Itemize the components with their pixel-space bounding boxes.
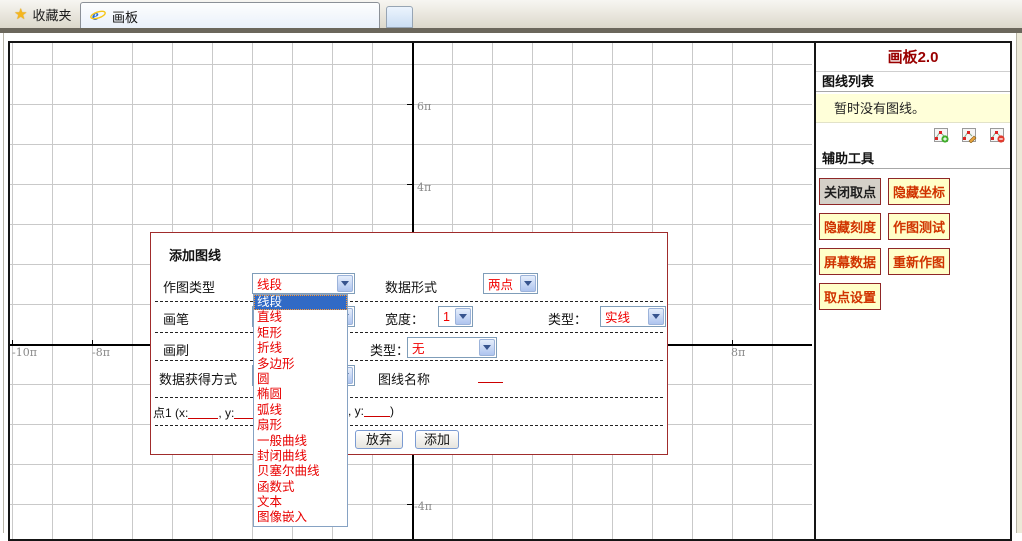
axis-tick: [732, 340, 733, 345]
separator: [155, 301, 663, 302]
brush-label: 画刷: [163, 340, 189, 359]
draw-type-select[interactable]: 线段: [252, 273, 355, 294]
tools-header: 辅助工具: [816, 149, 1010, 169]
dropdown-option[interactable]: 线段: [254, 295, 347, 310]
pen-width-label: 宽度：: [385, 309, 424, 328]
delete-line-icon[interactable]: [990, 128, 1005, 143]
window-left-edge: [3, 33, 4, 533]
axis-tick: [12, 340, 13, 345]
line-name-input[interactable]: [478, 371, 503, 383]
add-button[interactable]: 添加: [415, 430, 459, 449]
data-form-select[interactable]: 两点: [483, 273, 538, 294]
line-list-header: 图线列表: [816, 72, 1010, 92]
dropdown-option[interactable]: 封闭曲线: [254, 449, 347, 464]
axis-label-m8pi: -8π: [92, 346, 110, 359]
axis-label-6pi: 6π: [417, 100, 431, 113]
svg-text:e: e: [92, 8, 99, 23]
window-border: [0, 28, 1022, 33]
screen-data-button[interactable]: 屏幕数据: [819, 248, 881, 275]
hide-scale-button[interactable]: 隐藏刻度: [819, 213, 881, 240]
dialog-title: 添加图线: [169, 245, 221, 264]
line-name-label: 图线名称: [378, 369, 430, 388]
pen-type-label: 类型：: [548, 309, 587, 328]
browser-tab[interactable]: e 画板: [80, 2, 380, 29]
separator: [155, 425, 663, 426]
sidebar: 画板2.0 图线列表 暂时没有图线。 辅助工具 关闭取点 隐藏坐标 隐藏刻度 作…: [814, 43, 1010, 539]
axis-label-m4pi: -4π: [414, 500, 432, 513]
chevron-down-icon: [479, 339, 495, 356]
axis-label-4pi: 4π: [417, 181, 431, 194]
favorites-button[interactable]: ★ 收藏夹: [6, 3, 79, 25]
add-line-icon[interactable]: [934, 128, 949, 143]
point1-left: 点1 (x:, y:: [153, 404, 264, 421]
brush-type-label: 类型：: [370, 340, 409, 359]
separator: [155, 360, 663, 361]
point1-x-input[interactable]: [188, 407, 218, 419]
axis-label-8pi: 8π: [731, 346, 745, 359]
ie-icon: e: [90, 7, 106, 26]
pen-width-select[interactable]: 1: [438, 306, 473, 327]
brush-type-select[interactable]: 无: [407, 337, 497, 358]
chevron-down-icon: [337, 275, 353, 292]
chevron-down-icon: [520, 275, 536, 292]
tab-title: 画板: [112, 7, 138, 26]
data-method-label: 数据获得方式: [159, 369, 237, 388]
point2-y-input[interactable]: [364, 405, 390, 417]
dropdown-option[interactable]: 圆: [254, 372, 347, 387]
axis-tick: [92, 340, 93, 345]
data-form-label: 数据形式: [385, 277, 437, 296]
dropdown-option[interactable]: 矩形: [254, 326, 347, 341]
redraw-button[interactable]: 重新作图: [888, 248, 950, 275]
draw-type-dropdown: 线段 直线 矩形 折线 多边形 圆 椭圆 弧线 扇形 一般曲线 封闭曲线 贝塞尔…: [253, 294, 348, 527]
draw-type-label: 作图类型: [163, 277, 215, 296]
chevron-down-icon: [648, 308, 664, 325]
pick-settings-button[interactable]: 取点设置: [819, 283, 881, 310]
dropdown-option[interactable]: 函数式: [254, 480, 347, 495]
close-pick-button[interactable]: 关闭取点: [819, 178, 881, 205]
axis-tick: [407, 504, 413, 505]
chevron-down-icon: [455, 308, 471, 325]
window-right-edge: [1016, 33, 1022, 533]
dropdown-option[interactable]: 椭圆: [254, 387, 347, 402]
browser-toolbar: ★ 收藏夹 e 画板: [0, 0, 1022, 28]
empty-line-message: 暂时没有图线。: [816, 94, 1010, 123]
dropdown-option[interactable]: 图像嵌入: [254, 510, 347, 525]
axis-tick: [407, 184, 413, 185]
cancel-button[interactable]: 放弃: [355, 430, 403, 449]
dropdown-option[interactable]: 弧线: [254, 403, 347, 418]
axis-label-m10pi: -10π: [12, 346, 37, 359]
line-list-toolbar: [816, 123, 1010, 147]
new-tab-button[interactable]: [386, 6, 413, 28]
separator: [155, 397, 663, 398]
add-line-dialog: 添加图线 作图类型 线段 数据形式 两点 画笔 宽度： 1 类型： 实线 画刷 …: [150, 232, 668, 455]
dropdown-option[interactable]: 直线: [254, 310, 347, 325]
edit-line-icon[interactable]: [962, 128, 977, 143]
point2-right: , y:): [348, 404, 394, 418]
hide-coords-button[interactable]: 隐藏坐标: [888, 178, 950, 205]
favorites-label: 收藏夹: [32, 5, 71, 24]
dropdown-option[interactable]: 贝塞尔曲线: [254, 464, 347, 479]
axis-tick: [407, 104, 413, 105]
tools-buttons: 关闭取点 隐藏坐标 隐藏刻度 作图测试 屏幕数据 重新作图 取点设置: [816, 169, 1010, 319]
favorites-star-icon: ★: [14, 5, 27, 23]
plot-test-button[interactable]: 作图测试: [888, 213, 950, 240]
pen-type-select[interactable]: 实线: [600, 306, 666, 327]
separator: [155, 332, 663, 333]
dropdown-option[interactable]: 扇形: [254, 418, 347, 433]
dropdown-option[interactable]: 多边形: [254, 357, 347, 372]
dropdown-option[interactable]: 一般曲线: [254, 434, 347, 449]
app-title: 画板2.0: [816, 43, 1010, 72]
dropdown-option[interactable]: 折线: [254, 341, 347, 356]
dropdown-option[interactable]: 文本: [254, 495, 347, 510]
pen-label: 画笔: [163, 309, 189, 328]
